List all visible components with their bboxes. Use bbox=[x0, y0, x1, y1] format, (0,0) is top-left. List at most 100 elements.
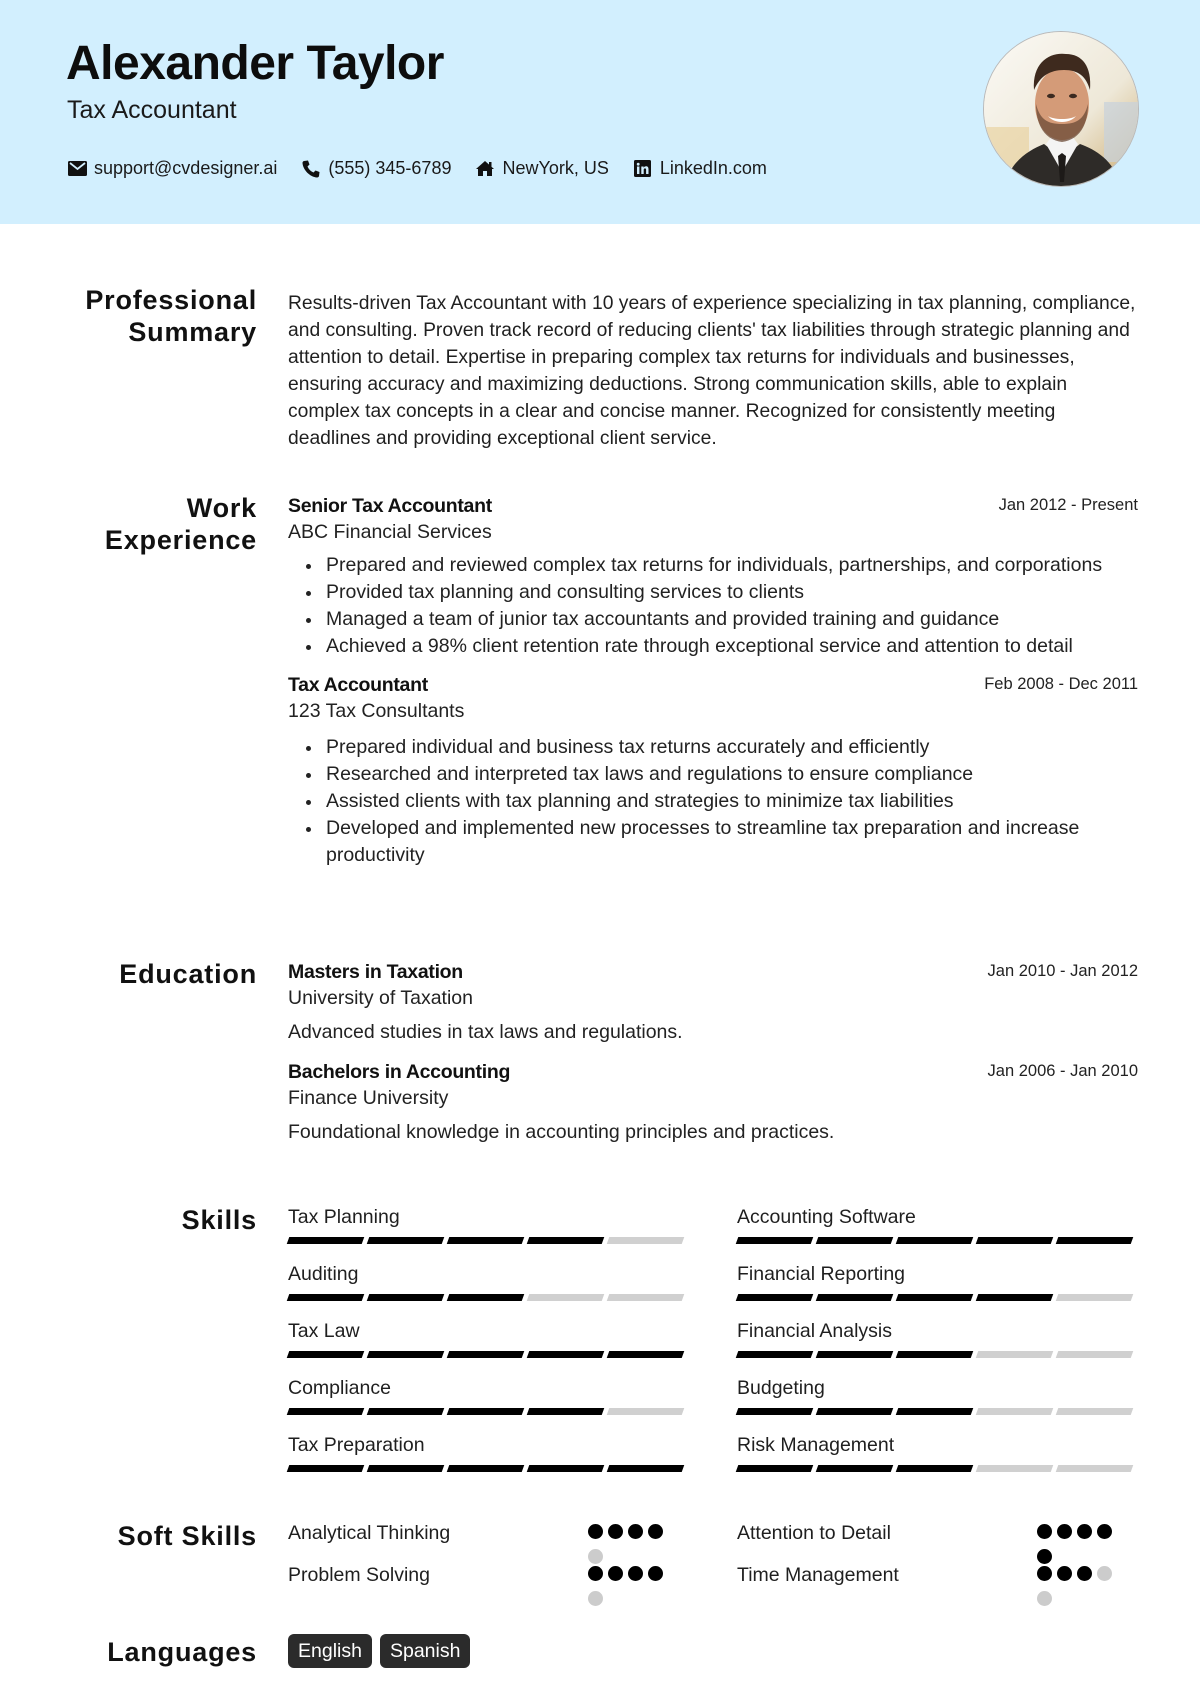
skill-level-bar bbox=[286, 1237, 688, 1244]
skill-level-bar bbox=[735, 1351, 1137, 1358]
skill-segment-filled bbox=[286, 1408, 365, 1415]
education-list: Masters in Taxation Jan 2010 - Jan 2012 … bbox=[288, 959, 1138, 1146]
skill-segment-filled bbox=[366, 1408, 445, 1415]
skill-segment-filled bbox=[286, 1465, 365, 1472]
contact-list: support@cvdesigner.ai (555) 345-6789 New… bbox=[67, 158, 791, 179]
contact-phone-text: (555) 345-6789 bbox=[328, 158, 452, 178]
skill-segment-filled bbox=[815, 1408, 894, 1415]
skill-segment-empty bbox=[975, 1351, 1054, 1358]
skill-segment-filled bbox=[446, 1294, 525, 1301]
education-entry: Masters in Taxation Jan 2010 - Jan 2012 … bbox=[288, 959, 1138, 1046]
rating-dot-filled bbox=[1077, 1524, 1092, 1539]
rating-dot-empty bbox=[1037, 1591, 1052, 1606]
skill-segment-filled bbox=[735, 1294, 814, 1301]
skill-segment-filled bbox=[895, 1465, 974, 1472]
skill-segment-filled bbox=[975, 1294, 1054, 1301]
skill-segment-filled bbox=[895, 1237, 974, 1244]
rating-dot-empty bbox=[1097, 1566, 1112, 1581]
education-school: Finance University bbox=[288, 1087, 449, 1109]
skill-segment-filled bbox=[446, 1351, 525, 1358]
job-entry: Senior Tax Accountant Jan 2012 - Present… bbox=[288, 493, 1138, 660]
education-description: Advanced studies in tax laws and regulat… bbox=[288, 1021, 683, 1043]
education-entry: Bachelors in Accounting Jan 2006 - Jan 2… bbox=[288, 1059, 1138, 1146]
skill-segment-filled bbox=[286, 1351, 365, 1358]
skill-segment-empty bbox=[1055, 1294, 1134, 1301]
soft-skills-heading: Soft Skills bbox=[117, 1521, 257, 1551]
contact-email-text: support@cvdesigner.ai bbox=[94, 158, 278, 178]
skill-segment-filled bbox=[735, 1351, 814, 1358]
skill-name: Accounting Software bbox=[737, 1206, 916, 1228]
skill-segment-filled bbox=[735, 1408, 814, 1415]
contact-linkedin-text[interactable]: LinkedIn.com bbox=[660, 158, 767, 179]
skill-name: Tax Preparation bbox=[288, 1434, 425, 1456]
summary-heading-line2: Summary bbox=[128, 317, 257, 347]
summary-text: Results-driven Tax Accountant with 10 ye… bbox=[288, 293, 1136, 449]
soft-skill-rating bbox=[1037, 1566, 1121, 1616]
contact-email[interactable]: support@cvdesigner.ai bbox=[67, 158, 277, 179]
skill-segment-empty bbox=[526, 1294, 605, 1301]
skill-segment-filled bbox=[446, 1237, 525, 1244]
rating-dot-filled bbox=[588, 1524, 603, 1539]
skill-segment-filled bbox=[526, 1237, 605, 1244]
skill-name: Tax Planning bbox=[288, 1206, 400, 1228]
skill-segment-filled bbox=[526, 1465, 605, 1472]
skill-segment-filled bbox=[815, 1465, 894, 1472]
home-icon bbox=[475, 160, 495, 178]
rating-dot-filled bbox=[1057, 1566, 1072, 1581]
soft-skill-name: Problem Solving bbox=[288, 1564, 430, 1586]
soft-skill-rating bbox=[588, 1566, 672, 1616]
rating-dot-filled bbox=[1037, 1566, 1052, 1581]
skill-segment-empty bbox=[975, 1408, 1054, 1415]
contact-linkedin[interactable]: LinkedIn.com bbox=[633, 158, 767, 179]
candidate-name: Alexander Taylor bbox=[66, 37, 444, 90]
skill-item: Financial Reporting bbox=[735, 1261, 1137, 1301]
skill-item: Risk Management bbox=[735, 1432, 1137, 1472]
skill-segment-filled bbox=[366, 1465, 445, 1472]
skill-name: Financial Reporting bbox=[737, 1263, 906, 1285]
skill-name: Auditing bbox=[288, 1263, 359, 1285]
job-company: ABC Financial Services bbox=[288, 521, 492, 543]
contact-phone[interactable]: (555) 345-6789 bbox=[301, 158, 451, 179]
job-bullet: Achieved a 98% client retention rate thr… bbox=[288, 633, 1138, 660]
experience-list: Senior Tax Accountant Jan 2012 - Present… bbox=[288, 493, 1138, 869]
skill-segment-empty bbox=[606, 1408, 685, 1415]
skill-name: Tax Law bbox=[288, 1320, 360, 1342]
language-badge: Spanish bbox=[379, 1634, 471, 1668]
soft-skill-item: Time Management bbox=[737, 1562, 1137, 1606]
rating-dot-filled bbox=[1057, 1524, 1072, 1539]
skill-item: Accounting Software bbox=[735, 1204, 1137, 1244]
soft-skill-item: Problem Solving bbox=[288, 1562, 688, 1606]
skill-segment-filled bbox=[895, 1294, 974, 1301]
experience-heading-line2: Experience bbox=[104, 525, 257, 555]
linkedin-icon bbox=[633, 160, 653, 178]
skill-segment-filled bbox=[366, 1351, 445, 1358]
skill-item: Budgeting bbox=[735, 1375, 1137, 1415]
skill-segment-empty bbox=[975, 1465, 1054, 1472]
job-date: Jan 2012 - Present bbox=[998, 496, 1138, 514]
language-badge: English bbox=[288, 1634, 372, 1668]
skill-segment-filled bbox=[526, 1351, 605, 1358]
rating-dot-filled bbox=[588, 1566, 603, 1581]
education-description: Foundational knowledge in accounting pri… bbox=[288, 1121, 835, 1143]
skill-segment-filled bbox=[366, 1237, 445, 1244]
skill-name: Risk Management bbox=[737, 1434, 895, 1456]
rating-dot-filled bbox=[628, 1566, 643, 1581]
skill-segment-empty bbox=[1055, 1408, 1134, 1415]
skill-segment-filled bbox=[895, 1408, 974, 1415]
job-bullet: Assisted clients with tax planning and s… bbox=[288, 788, 1138, 815]
resume-header: Alexander Taylor Tax Accountant support@… bbox=[0, 0, 1200, 224]
job-bullet: Managed a team of junior tax accountants… bbox=[288, 606, 1138, 633]
rating-dot-filled bbox=[608, 1566, 623, 1581]
skill-level-bar bbox=[735, 1465, 1137, 1472]
skill-level-bar bbox=[735, 1237, 1137, 1244]
job-bullets: Prepared individual and business tax ret… bbox=[288, 734, 1138, 869]
skill-segment-filled bbox=[286, 1294, 365, 1301]
soft-skill-name: Attention to Detail bbox=[737, 1522, 891, 1544]
skill-level-bar bbox=[735, 1408, 1137, 1415]
job-date: Feb 2008 - Dec 2011 bbox=[984, 675, 1138, 693]
phone-icon bbox=[301, 160, 321, 178]
skill-segment-filled bbox=[446, 1465, 525, 1472]
skill-segment-empty bbox=[606, 1294, 685, 1301]
skill-item: Tax Law bbox=[286, 1318, 688, 1358]
experience-heading-line1: Work bbox=[186, 493, 257, 523]
